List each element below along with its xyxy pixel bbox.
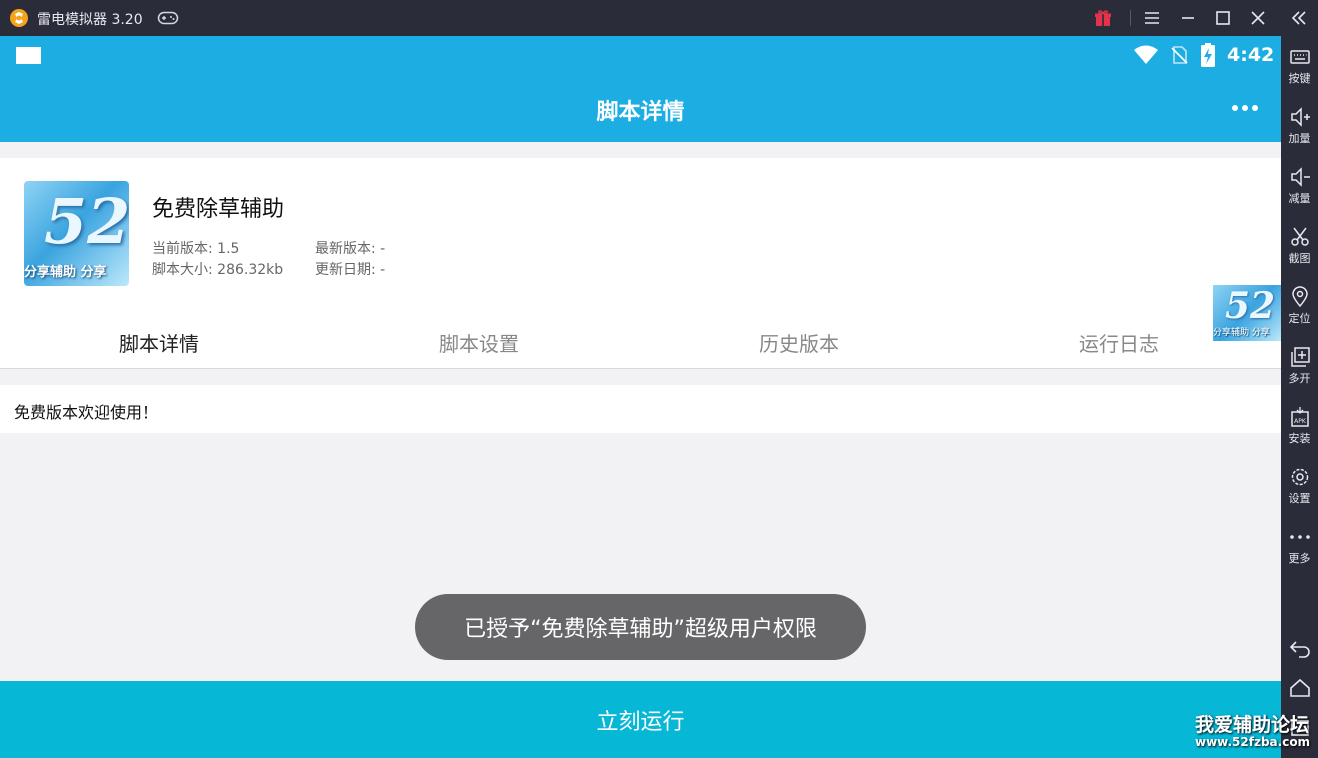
volume-down-icon bbox=[1291, 167, 1310, 187]
home-icon[interactable] bbox=[1288, 676, 1312, 700]
page-title: 脚本详情 bbox=[596, 100, 685, 125]
close-icon bbox=[1251, 11, 1265, 25]
tab-script-details[interactable]: 脚本详情 bbox=[119, 328, 199, 357]
minimize-button[interactable] bbox=[1177, 7, 1199, 29]
menu-button[interactable] bbox=[1141, 7, 1163, 29]
floating-thumb-number: 52 bbox=[1225, 285, 1276, 327]
gamepad-icon[interactable] bbox=[157, 10, 179, 26]
sidebar-item-keymap[interactable]: 按键 bbox=[1281, 46, 1318, 102]
sidebar-item-volume-down[interactable]: 减量 bbox=[1281, 166, 1318, 222]
apk-install-icon: APK bbox=[1291, 407, 1309, 427]
sidebar-item-volume-up[interactable]: 加量 bbox=[1281, 106, 1318, 162]
details-text: 免费版本欢迎使用！ bbox=[14, 403, 159, 422]
sidebar-label: 截图 bbox=[1288, 252, 1311, 265]
location-icon bbox=[1292, 286, 1308, 308]
tab-version-history[interactable]: 历史版本 bbox=[759, 328, 839, 357]
sidebar-label: 减量 bbox=[1288, 192, 1311, 205]
more-dots-icon bbox=[1290, 535, 1310, 539]
more-dots-icon bbox=[1232, 105, 1238, 111]
gift-icon bbox=[1095, 10, 1111, 26]
tab-bar: 脚本详情 脚本设置 历史版本 运行日志 bbox=[0, 320, 1281, 368]
notification-icon bbox=[16, 47, 41, 64]
back-icon[interactable] bbox=[1288, 636, 1312, 660]
wifi-icon bbox=[1134, 45, 1158, 64]
tab-divider bbox=[0, 368, 1281, 369]
window-title: 雷电模拟器 3.20 bbox=[37, 12, 143, 28]
tab-script-settings[interactable]: 脚本设置 bbox=[439, 328, 519, 357]
sidebar-item-location[interactable]: 定位 bbox=[1281, 286, 1318, 342]
keyboard-icon bbox=[1290, 50, 1310, 64]
current-version: 当前版本: 1.5 bbox=[152, 241, 240, 257]
multi-instance-icon bbox=[1291, 347, 1310, 367]
gift-button[interactable] bbox=[1092, 7, 1114, 29]
close-button[interactable] bbox=[1247, 7, 1269, 29]
watermark-url: www.52fzba.com bbox=[1195, 735, 1311, 749]
sidebar-item-settings[interactable]: 设置 bbox=[1281, 466, 1318, 522]
sidebar-label: 加量 bbox=[1288, 132, 1311, 145]
collapse-sidebar-button[interactable] bbox=[1288, 7, 1310, 29]
svg-text:APK: APK bbox=[1294, 418, 1307, 425]
ldplayer-logo-icon bbox=[10, 9, 28, 27]
minimize-icon bbox=[1182, 17, 1194, 19]
sidebar-label: 设置 bbox=[1288, 492, 1311, 505]
overflow-menu-button[interactable] bbox=[1232, 98, 1262, 118]
tab-run-log[interactable]: 运行日志 bbox=[1079, 328, 1159, 357]
android-statusbar: 4:42 bbox=[0, 36, 1281, 74]
sidebar-label: 按键 bbox=[1288, 72, 1311, 85]
battery-charging-icon bbox=[1201, 43, 1215, 67]
scissors-icon bbox=[1291, 227, 1309, 246]
details-content: 免费版本欢迎使用！ bbox=[0, 385, 1281, 433]
double-chevron-left-icon bbox=[1291, 11, 1306, 25]
run-now-button[interactable]: 立刻运行 bbox=[0, 681, 1281, 758]
sidebar-item-screenshot[interactable]: 截图 bbox=[1281, 226, 1318, 282]
emulator-sidebar: 按键 加量 减量 截图 定位 多开 APK 安装 设置 更多 bbox=[1281, 36, 1318, 758]
toast-message: 已授予“免费除草辅助”超级用户权限 bbox=[415, 594, 866, 660]
android-screen: 4:42 脚本详情 52 分享辅助 分享 免费除草辅助 当前版本: 1.5 脚本… bbox=[0, 36, 1281, 758]
watermark: 我爱辅助论坛 www.52fzba.com bbox=[1195, 710, 1315, 749]
watermark-title: 我爱辅助论坛 bbox=[1195, 714, 1310, 736]
sidebar-item-install-apk[interactable]: APK 安装 bbox=[1281, 406, 1318, 462]
floating-script-window[interactable]: 52 分享辅助 分享 bbox=[1213, 285, 1281, 341]
sidebar-item-more[interactable]: 更多 bbox=[1281, 526, 1318, 582]
thumbnail-number: 52 bbox=[44, 185, 129, 258]
gear-icon bbox=[1291, 468, 1309, 486]
sidebar-label: 安装 bbox=[1288, 432, 1311, 445]
app-bar: 脚本详情 bbox=[0, 74, 1281, 142]
sidebar-label: 定位 bbox=[1288, 312, 1311, 325]
maximize-button[interactable] bbox=[1212, 7, 1234, 29]
update-date: 更新日期: - bbox=[315, 262, 386, 278]
floating-thumb-caption: 分享辅助 分享 bbox=[1213, 328, 1270, 338]
sidebar-label: 更多 bbox=[1288, 552, 1311, 565]
no-sim-icon bbox=[1171, 46, 1188, 64]
script-size: 脚本大小: 286.32kb bbox=[152, 262, 284, 278]
maximize-icon bbox=[1216, 11, 1230, 25]
sidebar-item-multi-instance[interactable]: 多开 bbox=[1281, 346, 1318, 402]
latest-version: 最新版本: - bbox=[315, 241, 386, 257]
titlebar-divider bbox=[1130, 10, 1131, 26]
script-name: 免费除草辅助 bbox=[152, 197, 285, 222]
sidebar-label: 多开 bbox=[1288, 372, 1311, 385]
status-time: 4:42 bbox=[1227, 44, 1275, 66]
emulator-titlebar: 雷电模拟器 3.20 bbox=[0, 0, 1318, 36]
thumbnail-caption: 分享辅助 分享 bbox=[24, 265, 107, 280]
volume-up-icon bbox=[1291, 107, 1310, 127]
script-thumbnail: 52 分享辅助 分享 bbox=[24, 181, 129, 286]
hamburger-menu-icon bbox=[1145, 12, 1159, 24]
